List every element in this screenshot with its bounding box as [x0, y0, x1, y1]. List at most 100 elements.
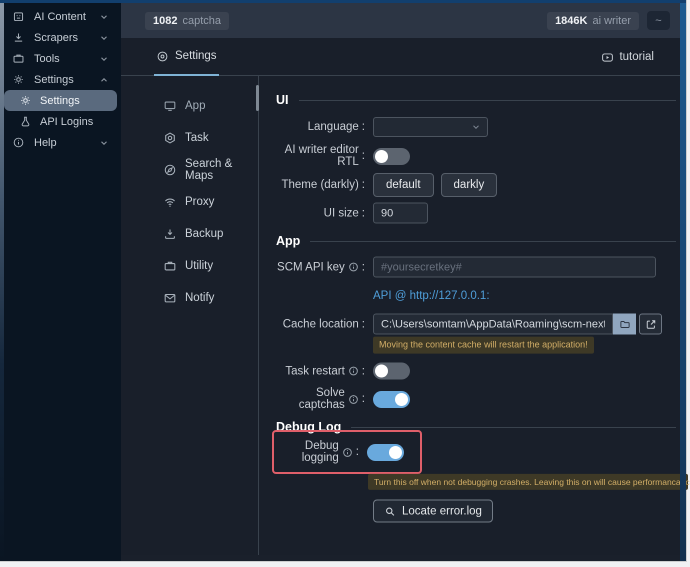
- download-icon: [12, 31, 25, 44]
- label-colon: :: [362, 150, 365, 162]
- app-window: AI Content Scrapers Tools: [0, 0, 686, 561]
- label-colon: :: [362, 121, 365, 133]
- info-icon: [348, 262, 359, 273]
- cache-location-label: Cache location: [283, 318, 359, 330]
- sidebar-item-settings[interactable]: Settings: [4, 90, 117, 111]
- ui-size-label: UI size: [324, 207, 359, 219]
- flask-icon: [19, 115, 32, 128]
- rtl-toggle[interactable]: [373, 148, 410, 165]
- main-content: Settings tutorial App Task: [121, 38, 686, 555]
- chevron-up-icon: [99, 75, 109, 85]
- sidebar-item-label: Help: [34, 137, 57, 149]
- language-row: Language:: [272, 117, 686, 137]
- toggle-knob: [375, 365, 388, 378]
- sidebar-item-help[interactable]: Help: [4, 132, 121, 153]
- ai-writer-counter-badge: 1846K ai writer: [547, 12, 639, 30]
- sidebar-item-scrapers[interactable]: Scrapers: [4, 27, 121, 48]
- tutorial-button[interactable]: tutorial: [601, 46, 654, 68]
- sidebar-item-tools[interactable]: Tools: [4, 48, 121, 69]
- settings-nav-label: Proxy: [185, 196, 214, 208]
- settings-nav-search-maps[interactable]: Search & Maps: [121, 154, 258, 185]
- section-ui: UI: [276, 93, 676, 107]
- settings-nav-app[interactable]: App: [121, 90, 258, 121]
- sidebar-item-label: AI Content: [34, 11, 86, 23]
- download-tray-icon: [163, 227, 177, 241]
- settings-nav-label: Search & Maps: [185, 158, 258, 182]
- external-link-icon: [647, 320, 655, 328]
- sidebar: AI Content Scrapers Tools: [0, 0, 121, 561]
- task-restart-row: Task restart :: [272, 363, 686, 380]
- chevron-down-icon: [99, 12, 109, 22]
- sidebar-item-settings-group[interactable]: Settings: [4, 69, 121, 90]
- label-colon: :: [356, 446, 359, 458]
- cache-location-input[interactable]: [373, 314, 613, 335]
- play-icon: [601, 51, 614, 64]
- label-colon: :: [362, 318, 365, 330]
- settings-nav-backup[interactable]: Backup: [121, 218, 258, 249]
- settings-nav-utility[interactable]: Utility: [121, 250, 258, 281]
- browse-folder-button[interactable]: [613, 314, 636, 335]
- theme-default-button[interactable]: default: [373, 173, 434, 197]
- captcha-counter-badge: 1082 captcha: [145, 12, 229, 30]
- gear-icon: [12, 73, 25, 86]
- folder-icon: [620, 321, 628, 327]
- briefcase-icon: [163, 259, 177, 273]
- info-circle-icon: [12, 136, 25, 149]
- task-hexagon-icon: [163, 131, 177, 145]
- language-select[interactable]: [373, 117, 488, 137]
- locate-error-log-label: Locate error.log: [402, 505, 482, 517]
- sidebar-item-ai-content[interactable]: AI Content: [4, 6, 121, 27]
- nav-scrollbar-thumb[interactable]: [256, 85, 259, 111]
- toggle-knob: [389, 446, 402, 459]
- debug-logging-label: Debug logging: [274, 440, 339, 464]
- section-title: UI: [276, 93, 289, 107]
- window-top-accent: [0, 0, 686, 3]
- sidebar-item-api-logins[interactable]: API Logins: [4, 111, 121, 132]
- label-colon: :: [362, 365, 365, 377]
- api-key-input[interactable]: [373, 257, 656, 278]
- gear-icon: [19, 94, 32, 107]
- section-divider: [351, 427, 676, 428]
- api-link-row: API @ http://127.0.0.1:: [272, 290, 686, 302]
- compass-icon: [163, 163, 177, 177]
- open-location-button[interactable]: [639, 314, 662, 335]
- api-key-label: SCM API key: [277, 261, 345, 273]
- chevron-down-icon: [99, 54, 109, 64]
- sidebar-item-label: Settings: [40, 95, 80, 107]
- rtl-label: AI writer editor RTL: [272, 144, 359, 168]
- solve-captchas-row: Solve captchas :: [272, 387, 686, 411]
- theme-darkly-button[interactable]: darkly: [441, 173, 498, 197]
- settings-nav-label: Task: [185, 132, 209, 144]
- chevron-down-icon: [99, 138, 109, 148]
- task-restart-label: Task restart: [285, 365, 344, 377]
- tab-settings[interactable]: Settings: [154, 38, 219, 76]
- toggle-knob: [395, 393, 408, 406]
- topbar: 1082 captcha 1846K ai writer ~: [121, 3, 686, 38]
- topbar-collapse-button[interactable]: ~: [647, 11, 670, 30]
- locate-error-log-button[interactable]: Locate error.log: [373, 500, 493, 523]
- info-icon: [348, 366, 359, 377]
- captcha-count-label: captcha: [182, 15, 221, 27]
- info-icon: [348, 394, 359, 405]
- rtl-row: AI writer editor RTL:: [272, 144, 686, 168]
- settings-nav-task[interactable]: Task: [121, 122, 258, 153]
- ui-size-input[interactable]: [373, 203, 428, 224]
- ui-size-row: UI size:: [272, 203, 686, 224]
- label-colon: :: [362, 179, 365, 191]
- debug-logging-highlight-box: Debug logging :: [272, 430, 422, 474]
- nav-divider: [258, 76, 259, 555]
- ai-writer-count: 1846K: [555, 15, 587, 27]
- solve-captchas-toggle[interactable]: [373, 391, 410, 408]
- api-key-row: SCM API key :: [272, 257, 686, 278]
- api-address-link[interactable]: API @ http://127.0.0.1:: [373, 290, 490, 302]
- collapse-icon: ~: [655, 15, 661, 27]
- label-colon: :: [362, 207, 365, 219]
- ai-writer-count-label: ai writer: [592, 15, 631, 27]
- captcha-count: 1082: [153, 15, 177, 27]
- debug-logging-toggle[interactable]: [367, 444, 404, 461]
- settings-nav-proxy[interactable]: Proxy: [121, 186, 258, 217]
- settings-nav-notify[interactable]: Notify: [121, 282, 258, 313]
- task-restart-toggle[interactable]: [373, 363, 410, 380]
- envelope-icon: [163, 291, 177, 305]
- tab-bar: Settings tutorial: [121, 38, 686, 76]
